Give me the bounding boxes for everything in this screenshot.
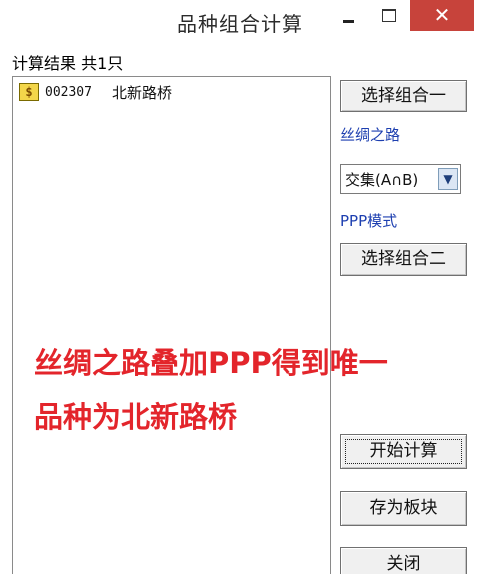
close-window-button[interactable]: ✕ <box>410 0 474 31</box>
results-header: 计算结果 共1只 <box>12 54 124 73</box>
stock-code: 002307 <box>45 84 92 100</box>
list-item[interactable]: $ 002307 北新路桥 <box>19 81 172 103</box>
select-combo-one-button[interactable]: 选择组合一 <box>340 80 467 112</box>
annotation-line-1: 丝绸之路叠加PPP得到唯一 <box>34 346 388 380</box>
select-combo-two-button[interactable]: 选择组合二 <box>340 243 467 276</box>
operation-select-value: 交集(A∩B) <box>345 171 419 189</box>
combo-calc-window: 品种组合计算 ✕ 计算结果 共1只 $ 002307 北新路桥 选择组合一 丝绸… <box>0 0 479 574</box>
window-title: 品种组合计算 <box>177 12 303 36</box>
annotation-line-2: 品种为北新路桥 <box>34 400 238 434</box>
results-list[interactable]: $ 002307 北新路桥 <box>12 76 331 574</box>
operation-select[interactable]: 交集(A∩B) ▼ <box>340 164 461 194</box>
chevron-down-icon[interactable]: ▼ <box>438 168 458 190</box>
stock-icon: $ <box>19 83 39 101</box>
maximize-button[interactable] <box>376 6 402 32</box>
stock-name: 北新路桥 <box>111 83 172 102</box>
save-as-block-button[interactable]: 存为板块 <box>340 491 467 526</box>
annotation-overlay: 丝绸之路叠加PPP得到唯一 品种为北新路桥 <box>34 336 388 444</box>
combo-two-name: PPP模式 <box>340 212 398 230</box>
combo-one-name: 丝绸之路 <box>340 126 401 144</box>
close-button[interactable]: 关闭 <box>340 547 467 574</box>
close-icon: ✕ <box>433 3 451 27</box>
title-bar[interactable]: 品种组合计算 ✕ <box>0 0 479 42</box>
minimize-button[interactable] <box>336 6 362 32</box>
